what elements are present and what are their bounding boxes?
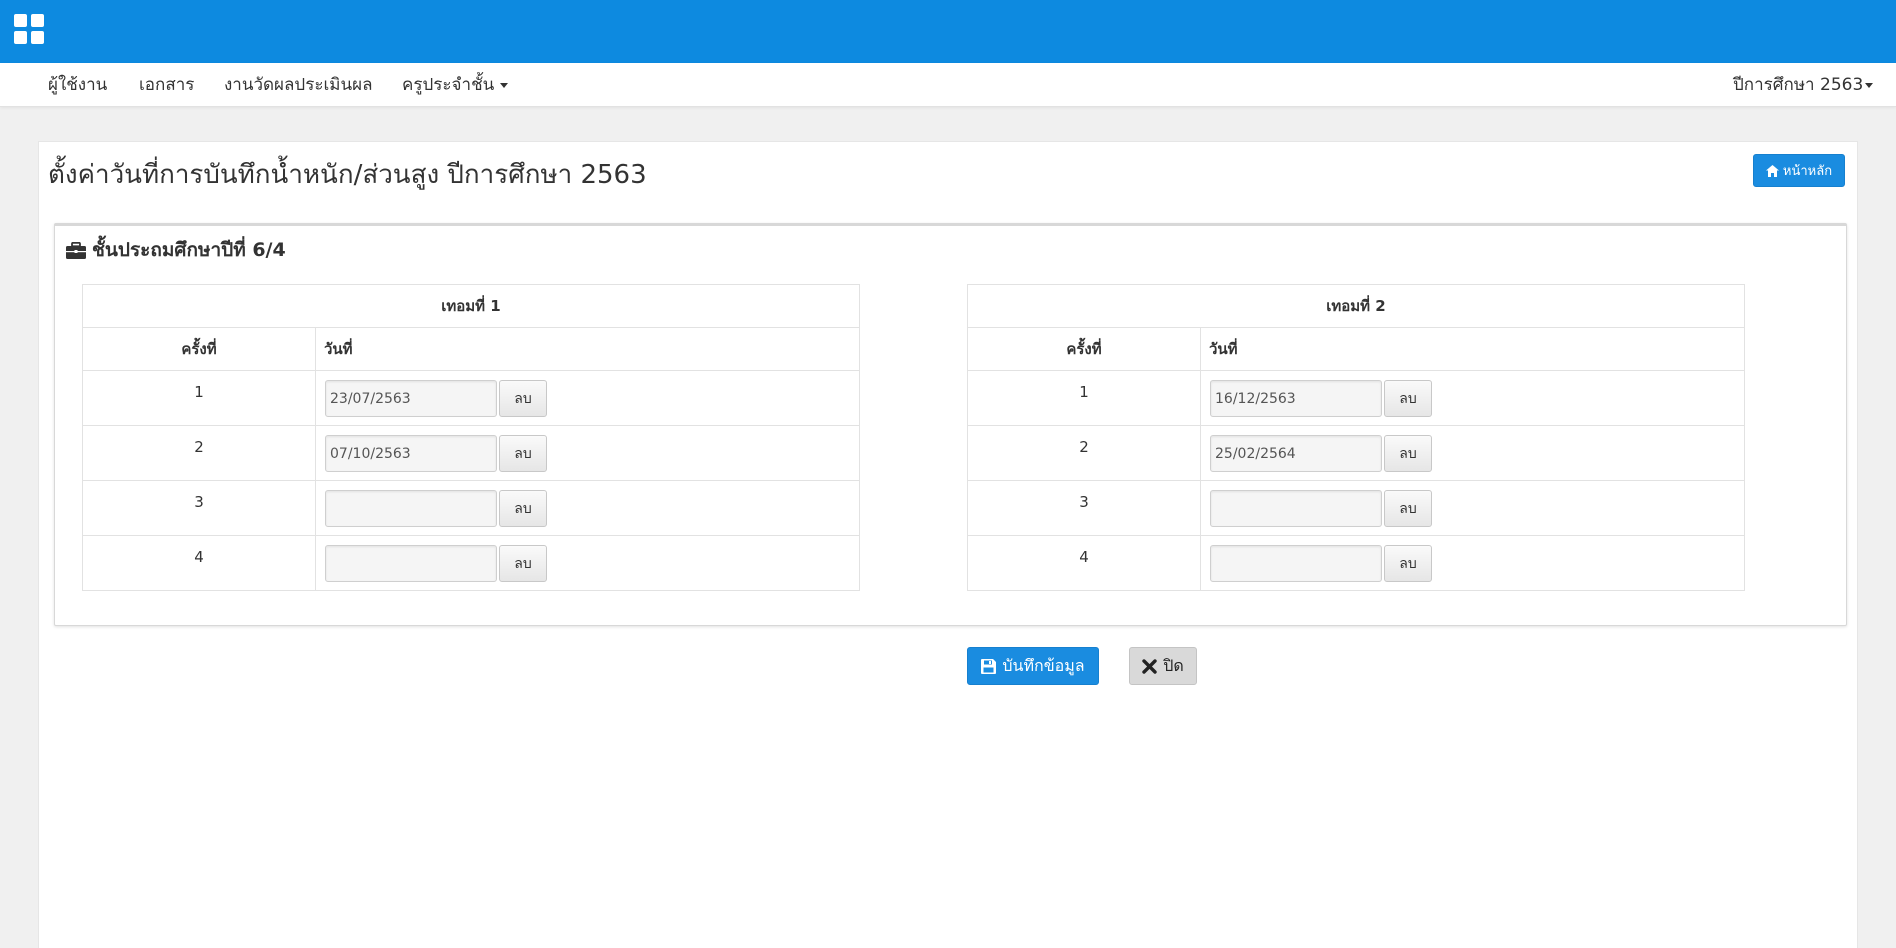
date-cell: ลบ [1200, 370, 1745, 426]
delete-button[interactable]: ลบ [1384, 490, 1432, 527]
home-button-label: หน้าหลัก [1782, 164, 1833, 179]
round-number: 1 [82, 370, 316, 426]
date-input[interactable] [325, 490, 497, 527]
table-row: 2 ลบ [82, 425, 860, 481]
table-row: 1 ลบ [82, 370, 860, 426]
table-row: 4 ลบ [967, 535, 1745, 591]
round-number: 1 [967, 370, 1201, 426]
term-2-title: เทอมที่ 2 [967, 284, 1745, 328]
delete-button[interactable]: ลบ [499, 545, 547, 582]
table-row: 3 ลบ [82, 480, 860, 536]
round-number: 2 [82, 425, 316, 481]
table-row: 2 ลบ [967, 425, 1745, 481]
date-input[interactable] [1210, 380, 1382, 417]
delete-button[interactable]: ลบ [499, 435, 547, 472]
nav-item-homeroom-teacher[interactable]: ครูประจำชั้น [402, 63, 509, 107]
date-cell: ลบ [315, 480, 860, 536]
date-input[interactable] [325, 545, 497, 582]
delete-button[interactable]: ลบ [499, 380, 547, 417]
close-button[interactable]: ปิด [1129, 647, 1197, 685]
column-header-round: ครั้งที่ [82, 327, 316, 371]
academic-year-selector[interactable]: ปีการศึกษา 2563 [1733, 63, 1874, 107]
class-name: ชั้นประถมศึกษาปีที่ 6/4 [92, 239, 286, 261]
date-cell: ลบ [1200, 480, 1745, 536]
column-header-date: วันที่ [1200, 327, 1745, 371]
grid-icon[interactable] [14, 14, 44, 44]
save-button-label: บันทึกข้อมูล [1002, 655, 1085, 675]
date-cell: ลบ [315, 425, 860, 481]
term-1-title: เทอมที่ 1 [82, 284, 860, 328]
round-number: 3 [82, 480, 316, 536]
table-row: 1 ลบ [967, 370, 1745, 426]
class-panel-title: ชั้นประถมศึกษาปีที่ 6/4 [66, 235, 286, 265]
page-title: ตั้งค่าวันที่การบันทึกน้ำหนัก/ส่วนสูง ปี… [48, 160, 647, 190]
close-button-label: ปิด [1163, 655, 1184, 675]
date-input[interactable] [325, 435, 497, 472]
round-number: 4 [967, 535, 1201, 591]
save-button[interactable]: บันทึกข้อมูล [967, 647, 1099, 685]
main-nav: ผู้ใช้งาน เอกสาร งานวัดผลประเมินผล ครูปร… [0, 63, 1896, 107]
date-cell: ลบ [1200, 425, 1745, 481]
briefcase-icon [66, 241, 86, 259]
nav-item-evaluation[interactable]: งานวัดผลประเมินผล [224, 63, 373, 107]
column-header-date: วันที่ [315, 327, 860, 371]
delete-button[interactable]: ลบ [1384, 435, 1432, 472]
date-input[interactable] [1210, 545, 1382, 582]
round-number: 4 [82, 535, 316, 591]
x-icon [1142, 658, 1157, 674]
date-input[interactable] [1210, 435, 1382, 472]
date-input[interactable] [1210, 490, 1382, 527]
nav-item-users[interactable]: ผู้ใช้งาน [48, 63, 107, 107]
home-button[interactable]: หน้าหลัก [1753, 154, 1845, 187]
home-icon [1765, 164, 1779, 177]
delete-button[interactable]: ลบ [1384, 545, 1432, 582]
top-bar [0, 0, 1896, 63]
round-number: 3 [967, 480, 1201, 536]
date-cell: ลบ [1200, 535, 1745, 591]
delete-button[interactable]: ลบ [1384, 380, 1432, 417]
term-1-table: เทอมที่ 1 ครั้งที่ วันที่ 1 ลบ 2 ลบ 3 ลบ… [82, 284, 860, 591]
delete-button[interactable]: ลบ [499, 490, 547, 527]
date-input[interactable] [325, 380, 497, 417]
nav-item-homeroom-label: ครูประจำชั้น [402, 75, 495, 95]
nav-item-documents[interactable]: เอกสาร [139, 63, 194, 107]
term-2-table: เทอมที่ 2 ครั้งที่ วันที่ 1 ลบ 2 ลบ 3 ลบ… [967, 284, 1745, 591]
academic-year-label: ปีการศึกษา 2563 [1733, 75, 1864, 95]
caret-down-icon [500, 82, 509, 88]
column-header-round: ครั้งที่ [967, 327, 1201, 371]
round-number: 2 [967, 425, 1201, 481]
table-row: 4 ลบ [82, 535, 860, 591]
date-cell: ลบ [315, 535, 860, 591]
caret-down-icon [1865, 82, 1874, 88]
date-cell: ลบ [315, 370, 860, 426]
floppy-disk-icon [981, 658, 997, 674]
table-row: 3 ลบ [967, 480, 1745, 536]
